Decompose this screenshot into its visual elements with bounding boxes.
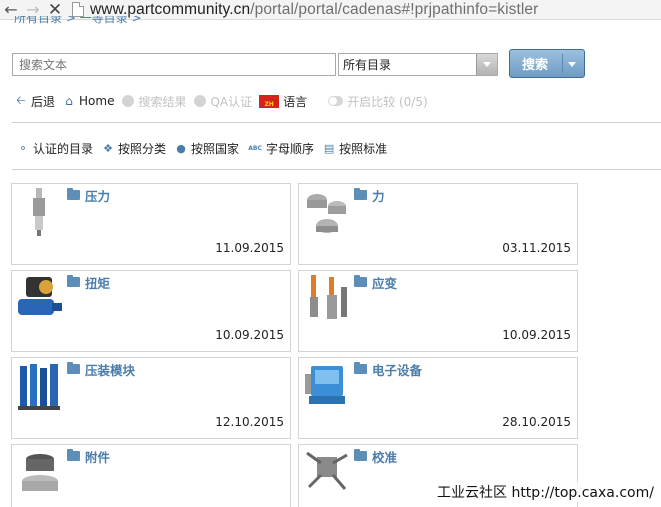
folder-icon bbox=[67, 449, 80, 461]
language-link[interactable]: ZH 语言 bbox=[259, 93, 307, 110]
page-icon bbox=[72, 2, 84, 17]
tile-date: 10.09.2015 bbox=[502, 328, 571, 342]
tag-icon: ❖ bbox=[103, 141, 113, 155]
certificate-icon: ⚬ bbox=[18, 141, 28, 155]
catalog-tile-electronics[interactable]: 电子设备 28.10.2015 bbox=[298, 357, 578, 439]
folder-icon bbox=[354, 449, 367, 461]
folder-icon bbox=[354, 275, 367, 287]
folder-icon bbox=[67, 188, 80, 200]
catalog-tile-strain[interactable]: 应变 10.09.2015 bbox=[298, 270, 578, 352]
catalog-tile-torque[interactable]: 扭矩 10.09.2015 bbox=[11, 270, 291, 352]
by-category-link[interactable]: ❖ 按照分类 bbox=[101, 140, 166, 157]
tile-title[interactable]: 校准 bbox=[372, 447, 397, 466]
compare-toggle[interactable]: 开启比较 (0/5) bbox=[328, 93, 428, 110]
url-host: www.partcommunity.cn bbox=[90, 0, 251, 18]
catalog-tile-press-module[interactable]: 压装模块 12.10.2015 bbox=[11, 357, 291, 439]
qa-badge-icon bbox=[193, 94, 207, 108]
search-input[interactable] bbox=[12, 53, 336, 76]
strain-sensor-thumbnail bbox=[310, 275, 347, 319]
divider bbox=[12, 169, 661, 170]
tile-date: 03.11.2015 bbox=[502, 241, 571, 255]
catalog-sort-options: ⚬ 认证的目录 ❖ 按照分类 ● 按照国家 ABC 字母顺序 ▤ 按照标准 bbox=[16, 140, 395, 156]
search-options-caret-icon[interactable] bbox=[568, 62, 576, 67]
globe-icon: ● bbox=[176, 141, 186, 155]
main-toolbar: 🡠 后退 ⌂ Home 搜索结果 QA认证 ZH 语言 开启比较 (0/5) bbox=[14, 92, 435, 110]
tile-date: 11.09.2015 bbox=[215, 241, 284, 255]
tile-title[interactable]: 附件 bbox=[85, 447, 110, 466]
tile-title[interactable]: 扭矩 bbox=[85, 273, 110, 292]
catalog-tile-pressure[interactable]: 压力 11.09.2015 bbox=[11, 183, 291, 265]
back-label: 后退 bbox=[31, 94, 56, 109]
tile-title[interactable]: 力 bbox=[372, 186, 385, 205]
by-country-link[interactable]: ● 按照国家 bbox=[174, 140, 239, 157]
certified-label: 认证的目录 bbox=[33, 141, 94, 156]
compare-label: 开启比较 (0/5) bbox=[347, 94, 428, 109]
divider bbox=[12, 122, 661, 123]
tile-title[interactable]: 电子设备 bbox=[372, 360, 422, 379]
electronics-thumbnail bbox=[305, 366, 345, 404]
qa-label: QA认证 bbox=[210, 94, 253, 109]
certified-catalog-link[interactable]: ⚬ 认证的目录 bbox=[16, 140, 93, 157]
force-sensor-thumbnail bbox=[307, 194, 346, 233]
document-icon: ▤ bbox=[323, 141, 335, 155]
url-path: /portal/portal/cadenas#!prjpathinfo=kist… bbox=[250, 0, 539, 18]
search-button[interactable]: 搜索 bbox=[509, 49, 585, 78]
breadcrumb[interactable]: 所有目录 > 一等目录 > bbox=[14, 16, 142, 28]
language-label: 语言 bbox=[283, 94, 308, 109]
tile-title[interactable]: 压力 bbox=[85, 186, 110, 205]
by-category-label: 按照分类 bbox=[118, 141, 167, 156]
catalog-select[interactable]: 所有目录 bbox=[338, 53, 498, 76]
abc-icon: ABC bbox=[248, 144, 262, 152]
search-results-label: 搜索结果 bbox=[138, 94, 187, 109]
arrow-left-icon: 🡠 bbox=[16, 92, 26, 107]
chevron-down-icon[interactable] bbox=[476, 54, 497, 75]
press-module-thumbnail bbox=[18, 364, 60, 410]
search-button-divider bbox=[562, 54, 563, 73]
folder-icon bbox=[67, 275, 80, 287]
accessories-thumbnail bbox=[22, 454, 58, 491]
alphabetical-label: 字母顺序 bbox=[266, 141, 315, 156]
back-link[interactable]: 🡠 后退 bbox=[14, 93, 55, 110]
search-button-label: 搜索 bbox=[522, 58, 549, 73]
folder-icon bbox=[354, 188, 367, 200]
folder-icon bbox=[354, 362, 367, 374]
folder-icon bbox=[67, 362, 80, 374]
by-standard-link[interactable]: ▤ 按照标准 bbox=[322, 140, 387, 157]
tile-date: 10.09.2015 bbox=[215, 328, 284, 342]
address-bar[interactable]: www.partcommunity.cn/portal/portal/caden… bbox=[90, 1, 538, 19]
qa-certified-link[interactable]: QA认证 bbox=[193, 93, 252, 110]
watermark-text: 工业云社区 http://top.caxa.com/ bbox=[437, 482, 654, 502]
home-link[interactable]: ⌂ Home bbox=[62, 94, 114, 108]
tile-title[interactable]: 应变 bbox=[372, 273, 397, 292]
tile-date: 12.10.2015 bbox=[215, 415, 284, 429]
alphabetical-link[interactable]: ABC 字母顺序 bbox=[247, 140, 314, 157]
magnifier-icon bbox=[121, 94, 135, 108]
tile-date: 28.10.2015 bbox=[502, 415, 571, 429]
by-standard-label: 按照标准 bbox=[339, 141, 388, 156]
catalog-tile-accessories[interactable]: 附件 bbox=[11, 444, 291, 507]
torque-sensor-thumbnail bbox=[18, 277, 62, 315]
search-results-link[interactable]: 搜索结果 bbox=[121, 93, 186, 110]
house-icon: ⌂ bbox=[65, 94, 73, 108]
by-country-label: 按照国家 bbox=[191, 141, 240, 156]
home-label: Home bbox=[79, 94, 115, 108]
calibration-thumbnail bbox=[306, 451, 348, 490]
china-flag-icon: ZH bbox=[259, 94, 280, 108]
toggle-icon bbox=[328, 96, 344, 106]
catalog-tile-force[interactable]: 力 03.11.2015 bbox=[298, 183, 578, 265]
pressure-sensor-thumbnail bbox=[33, 188, 45, 236]
tile-title[interactable]: 压装模块 bbox=[85, 360, 135, 379]
catalog-select-value: 所有目录 bbox=[343, 58, 392, 72]
breadcrumb-text: 所有目录 > 一等目录 > bbox=[14, 16, 142, 25]
